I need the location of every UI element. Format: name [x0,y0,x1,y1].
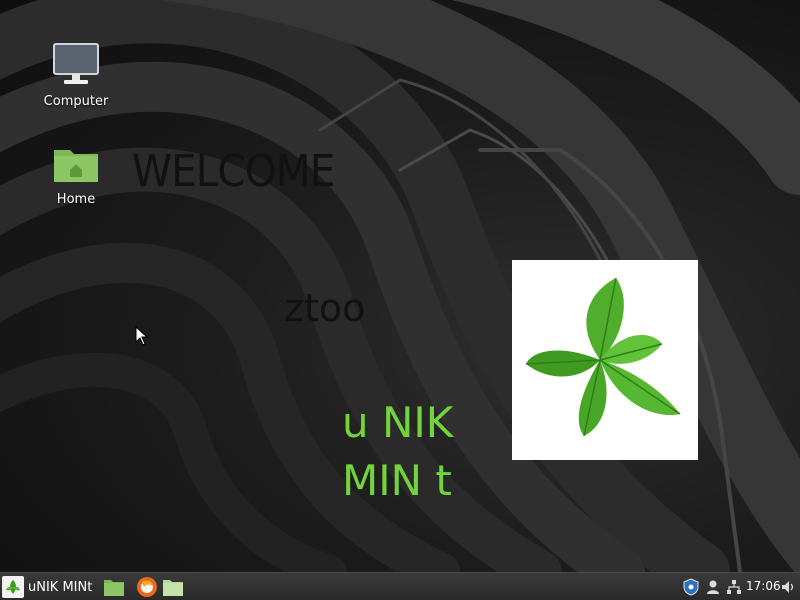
firefox-icon[interactable] [136,576,158,598]
clock[interactable]: 17:06 [746,579,781,593]
desktop-icon-computer[interactable]: Computer [36,42,116,109]
volume-icon[interactable] [778,577,798,597]
mint-leaf-icon [525,277,681,437]
home-folder-icon [36,144,116,188]
mouse-pointer-icon [135,326,149,346]
computer-icon [36,42,116,90]
desktop[interactable]: Computer Home WELCOME ztoo u NIK MIN t [0,0,800,572]
desktop-icon-home[interactable]: Home [36,144,116,207]
taskbar-panel: uNIK MINt 17:06 [0,572,800,600]
files-icon[interactable] [103,576,125,598]
brand-text-line1: u NIK [342,398,454,447]
desktop-icon-label: Computer [43,94,109,109]
start-menu-label: uNIK MINt [28,579,93,595]
network-icon[interactable] [724,577,744,597]
shield-icon[interactable] [681,577,701,597]
ztoo-text: ztoo [284,286,366,330]
desktop-icon-label: Home [56,192,96,207]
mint-logo-icon [2,576,24,598]
brand-text-line2: MIN t [342,456,452,505]
start-menu-button[interactable]: uNIK MINt [2,575,98,599]
user-icon[interactable] [703,577,723,597]
mint-leaf-image [512,260,698,460]
folder-icon[interactable] [162,576,184,598]
welcome-text: WELCOME [132,146,335,197]
